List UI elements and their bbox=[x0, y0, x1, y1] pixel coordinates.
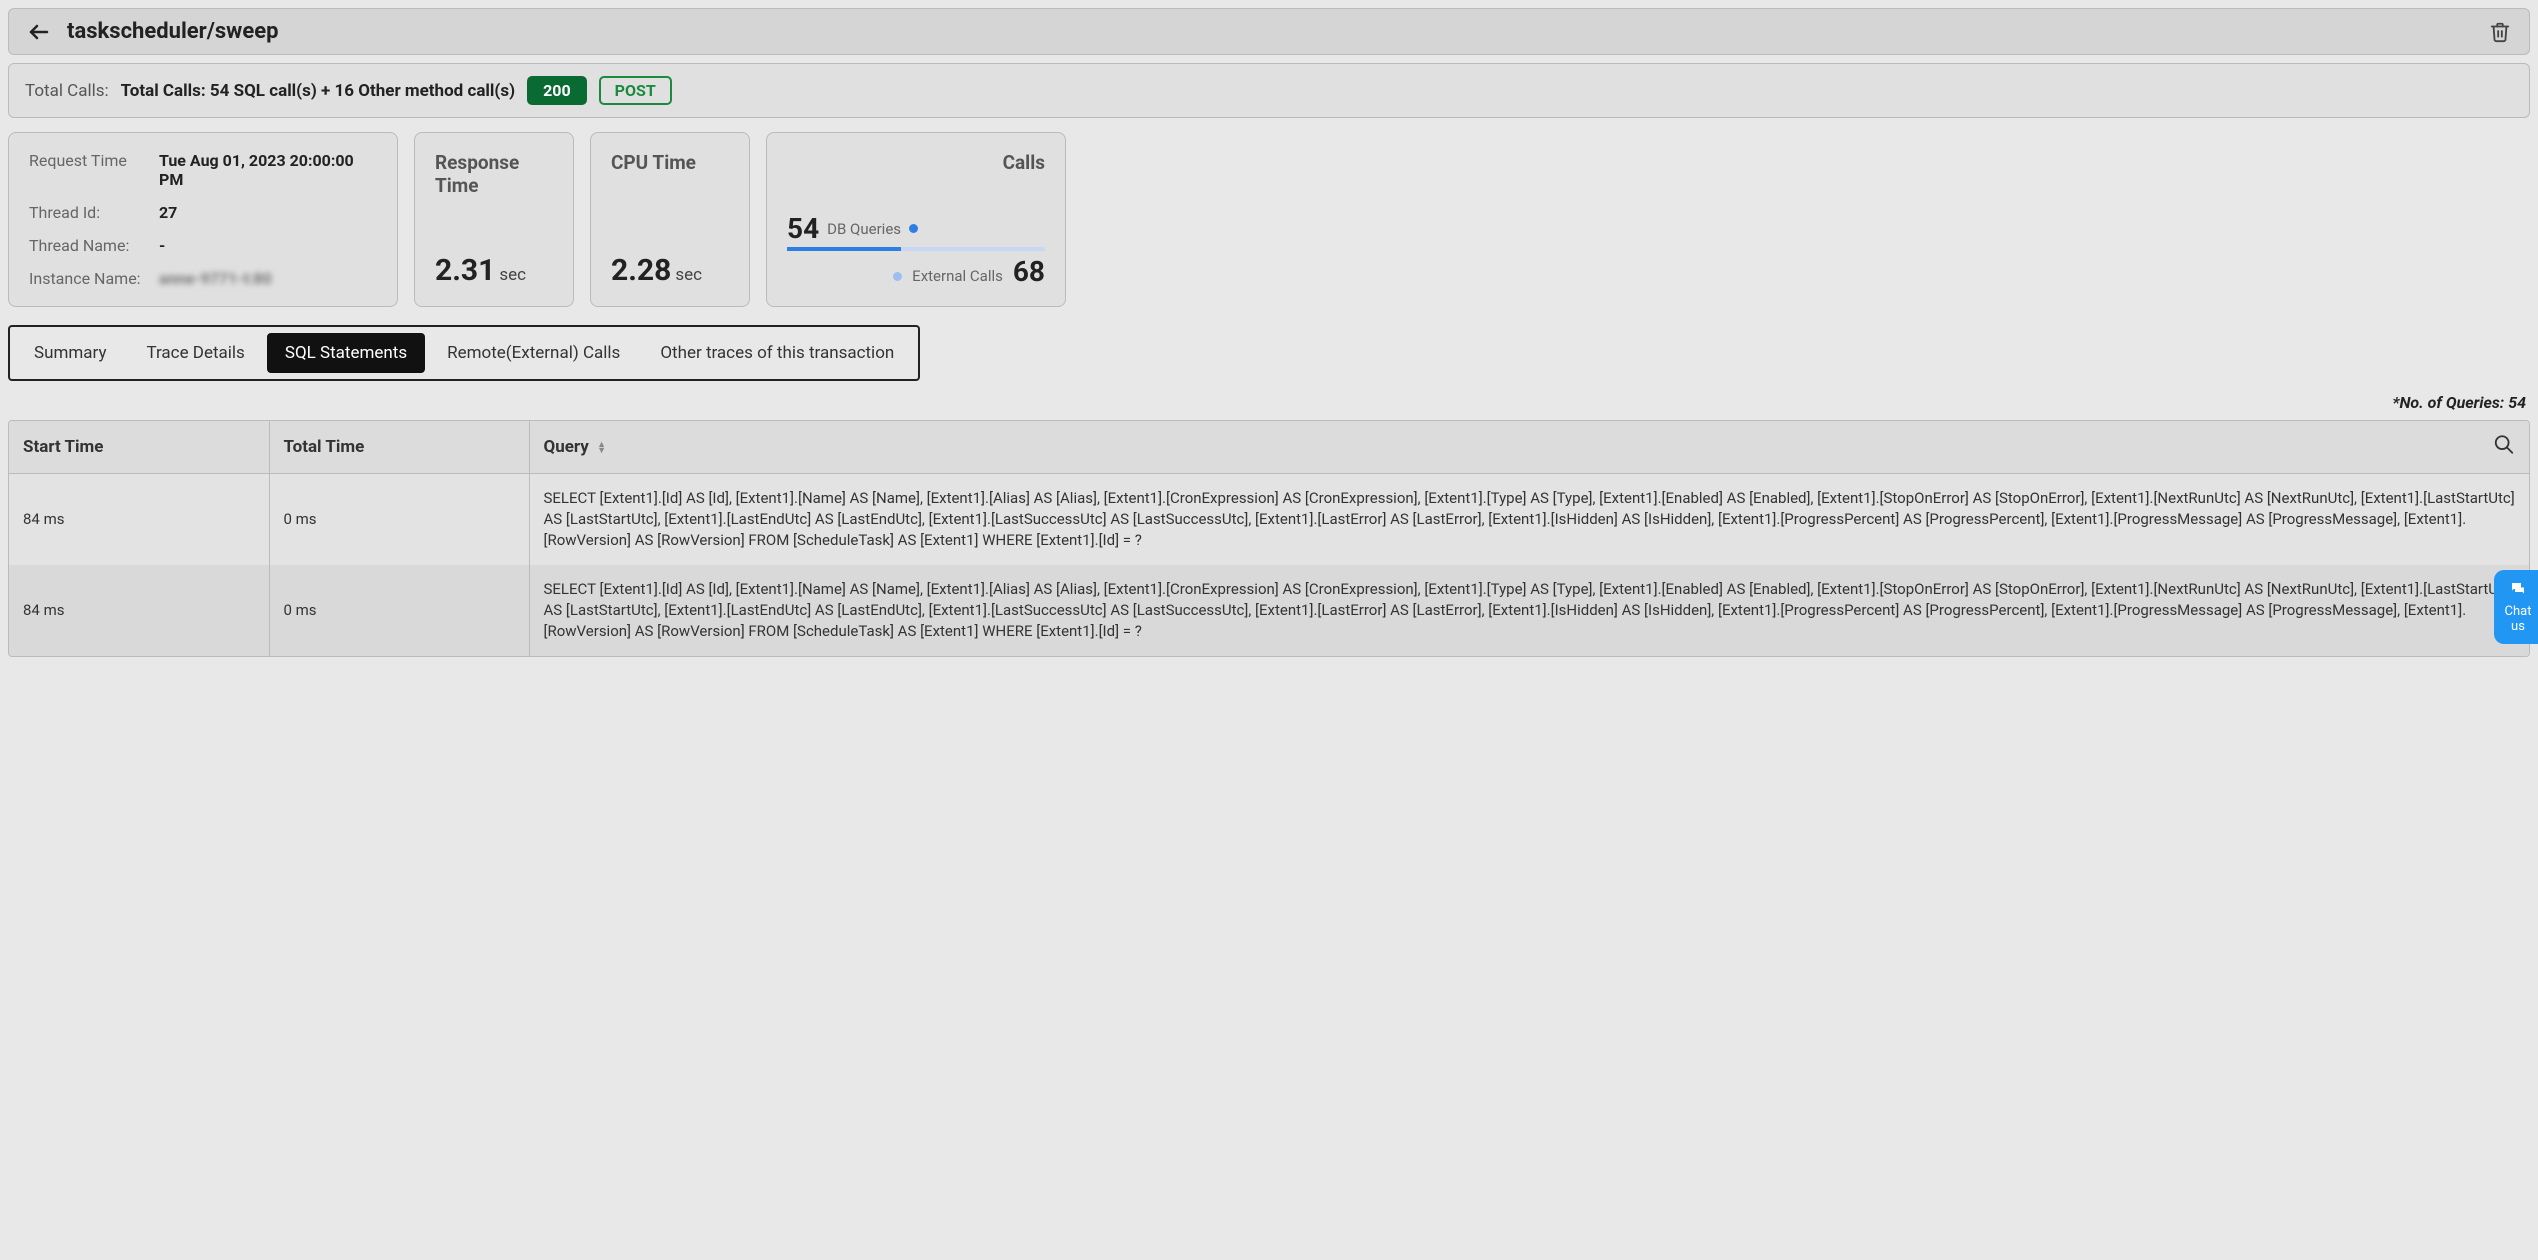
http-method-badge: POST bbox=[599, 76, 672, 105]
cpu-time-label: CPU Time bbox=[611, 151, 729, 174]
thread-name-value: - bbox=[159, 236, 377, 255]
table-row[interactable]: 84 ms 0 ms SELECT [Extent1].[Id] AS [Id]… bbox=[9, 565, 2529, 656]
response-time-card: Response Time 2.31 sec bbox=[414, 132, 574, 307]
status-code-badge: 200 bbox=[527, 76, 587, 105]
cell-start-time: 84 ms bbox=[9, 474, 269, 566]
cell-total-time: 0 ms bbox=[269, 474, 529, 566]
request-info-card: Request Time Tue Aug 01, 2023 20:00:00 P… bbox=[8, 132, 398, 307]
cell-query: SELECT [Extent1].[Id] AS [Id], [Extent1]… bbox=[529, 565, 2529, 656]
dot-external-icon bbox=[893, 272, 902, 281]
cpu-time-unit: sec bbox=[675, 265, 702, 285]
request-time-label: Request Time bbox=[29, 151, 159, 189]
col-header-total-time[interactable]: Total Time bbox=[269, 421, 529, 474]
chat-label: Chat us bbox=[2504, 604, 2532, 634]
response-time-value: 2.31 bbox=[435, 253, 495, 288]
header-bar: taskscheduler/sweep bbox=[8, 8, 2530, 55]
chat-icon bbox=[2508, 580, 2528, 598]
request-time-value: Tue Aug 01, 2023 20:00:00 PM bbox=[159, 151, 377, 189]
thread-name-label: Thread Name: bbox=[29, 236, 159, 255]
calls-progress-fill bbox=[787, 247, 901, 251]
search-icon[interactable] bbox=[2493, 434, 2515, 461]
tab-other-traces[interactable]: Other traces of this transaction bbox=[642, 333, 912, 373]
col-header-start-time[interactable]: Start Time bbox=[9, 421, 269, 474]
cpu-time-value: 2.28 bbox=[611, 253, 671, 288]
chat-widget[interactable]: Chat us bbox=[2494, 570, 2538, 644]
cards-row: Request Time Tue Aug 01, 2023 20:00:00 P… bbox=[8, 132, 2530, 307]
cell-start-time: 84 ms bbox=[9, 565, 269, 656]
queries-count-note: *No. of Queries: 54 bbox=[0, 393, 2526, 412]
col-header-start-time-label: Start Time bbox=[23, 437, 103, 457]
thread-id-label: Thread Id: bbox=[29, 203, 159, 222]
tabs: Summary Trace Details SQL Statements Rem… bbox=[8, 325, 920, 381]
external-calls-count: 68 bbox=[1013, 255, 1045, 288]
table-row[interactable]: 84 ms 0 ms SELECT [Extent1].[Id] AS [Id]… bbox=[9, 474, 2529, 566]
tab-summary[interactable]: Summary bbox=[16, 333, 124, 373]
page-title: taskscheduler/sweep bbox=[67, 19, 278, 44]
instance-name-label: Instance Name: bbox=[29, 269, 159, 288]
total-calls-label: Total Calls: bbox=[25, 81, 109, 101]
sort-icon[interactable]: ▲▼ bbox=[597, 442, 606, 454]
tab-remote-calls[interactable]: Remote(External) Calls bbox=[429, 333, 638, 373]
response-time-label: Response Time bbox=[435, 151, 553, 197]
col-header-total-time-label: Total Time bbox=[284, 437, 365, 457]
calls-title: Calls bbox=[787, 151, 1045, 174]
trash-icon[interactable] bbox=[2489, 21, 2511, 43]
calls-progress-bar bbox=[787, 247, 1045, 251]
instance-name-value: anne-9771-t:80 bbox=[159, 269, 377, 288]
back-arrow-icon[interactable] bbox=[27, 20, 51, 44]
cell-query: SELECT [Extent1].[Id] AS [Id], [Extent1]… bbox=[529, 474, 2529, 566]
calls-card: Calls 54 DB Queries External Calls 68 bbox=[766, 132, 1066, 307]
db-queries-label: DB Queries bbox=[827, 220, 901, 238]
tab-sql-statements[interactable]: SQL Statements bbox=[267, 333, 425, 373]
sql-table: Start Time Total Time Query ▲▼ 84 bbox=[8, 420, 2530, 657]
external-calls-label: External Calls bbox=[912, 267, 1003, 285]
cell-total-time: 0 ms bbox=[269, 565, 529, 656]
response-time-unit: sec bbox=[499, 265, 526, 285]
header-left: taskscheduler/sweep bbox=[27, 19, 278, 44]
dot-db-icon bbox=[909, 224, 918, 233]
tab-trace-details[interactable]: Trace Details bbox=[128, 333, 262, 373]
db-queries-count: 54 bbox=[787, 212, 819, 245]
thread-id-value: 27 bbox=[159, 203, 377, 222]
summary-bar: Total Calls: Total Calls: 54 SQL call(s)… bbox=[8, 63, 2530, 118]
col-header-query[interactable]: Query ▲▼ bbox=[529, 421, 2529, 474]
cpu-time-card: CPU Time 2.28 sec bbox=[590, 132, 750, 307]
total-calls-value: Total Calls: 54 SQL call(s) + 16 Other m… bbox=[121, 81, 515, 101]
col-header-query-label: Query bbox=[544, 437, 589, 457]
